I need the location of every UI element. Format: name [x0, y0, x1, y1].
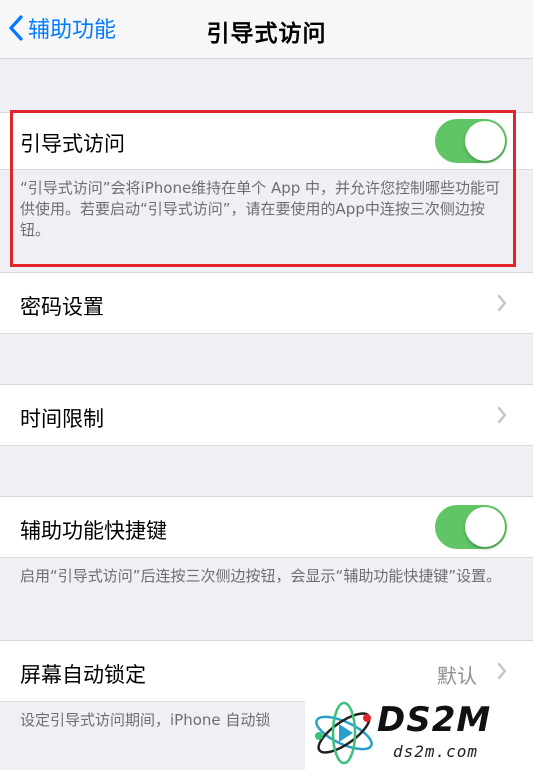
time-limits-row[interactable]: 时间限制 [0, 384, 533, 446]
accessibility-shortcut-description: 启用“引导式访问”后连按三次侧边按钮，会显示“辅助功能快捷键”设置。 [20, 567, 502, 585]
chevron-right-icon [497, 294, 507, 312]
toggle-knob [465, 121, 505, 161]
chevron-right-icon [497, 406, 507, 424]
navigation-bar: 辅助功能 引导式访问 [0, 0, 533, 59]
time-limits-label: 时间限制 [20, 407, 104, 431]
auto-lock-value: 默认 [437, 664, 477, 688]
page-title: 引导式访问 [206, 21, 327, 47]
accessibility-shortcut-row: 辅助功能快捷键 [0, 496, 533, 558]
auto-lock-label: 屏幕自动锁定 [20, 663, 146, 687]
watermark-logo: DS2M ds2m.com [305, 696, 533, 770]
guided-access-description: “引导式访问”会将iPhone维持在单个 App 中，并允许您控制哪些功能可供使… [20, 179, 501, 239]
guided-access-label: 引导式访问 [20, 132, 125, 156]
guided-access-row: 引导式访问 [0, 112, 533, 170]
accessibility-shortcut-toggle[interactable] [435, 505, 507, 549]
auto-lock-row[interactable]: 屏幕自动锁定 默认 [0, 640, 533, 702]
chevron-right-icon [497, 662, 507, 680]
watermark-site: ds2m.com [393, 742, 479, 761]
toggle-knob [465, 507, 505, 547]
accessibility-shortcut-label: 辅助功能快捷键 [20, 519, 167, 543]
passcode-settings-label: 密码设置 [20, 295, 104, 319]
watermark-logo-text: DS2M [377, 700, 492, 740]
atom-logo-icon [315, 701, 373, 765]
passcode-settings-row[interactable]: 密码设置 [0, 272, 533, 334]
guided-access-toggle[interactable] [435, 119, 507, 163]
